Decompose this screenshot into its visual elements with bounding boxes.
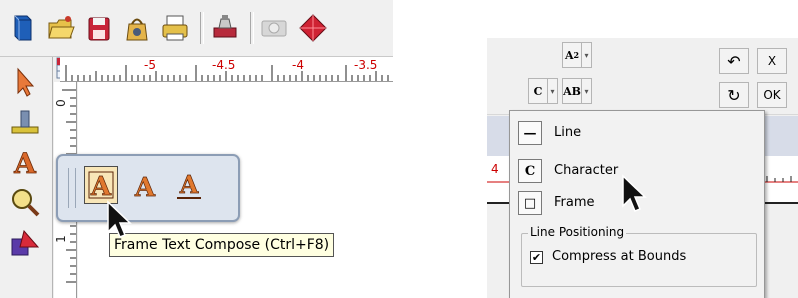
book-icon[interactable] — [6, 10, 40, 46]
text-tool-icon[interactable]: A — [8, 145, 42, 181]
stamp-icon[interactable] — [208, 10, 242, 46]
checkbox-label: Compress at Bounds — [552, 249, 687, 264]
ruler-label: -4 — [292, 58, 304, 72]
superscript-button[interactable]: A2 — [562, 42, 582, 68]
horizontal-ruler: -5 -4.5 -4 -3.5 — [60, 57, 393, 82]
menu-item-line[interactable]: — Line — [518, 121, 748, 147]
mouse-cursor-icon — [107, 200, 132, 238]
undo-button[interactable]: ↶ — [719, 48, 749, 74]
menu-item-label: Character — [554, 163, 619, 178]
format-toolbar: A2 ▾ C ▾ AB ▾ ↶ X ↻ OK — [487, 38, 798, 115]
camera-icon[interactable] — [258, 10, 292, 46]
ruler-label: -3.5 — [354, 58, 378, 72]
line-icon: — — [518, 121, 542, 145]
ruler-label: -4.5 — [212, 58, 236, 72]
svg-text:A: A — [179, 170, 199, 199]
close-label: X — [767, 54, 777, 68]
group-title: Line Positioning — [528, 225, 627, 239]
print-icon[interactable] — [158, 10, 192, 46]
superscript-mark: 2 — [573, 50, 580, 60]
main-toolbar — [0, 0, 393, 57]
ok-label: OK — [763, 88, 781, 102]
save-disk-icon[interactable] — [82, 10, 116, 46]
underline-text-icon[interactable]: A — [172, 166, 206, 204]
open-folder-icon[interactable] — [44, 10, 78, 46]
ruler-label: 0 — [53, 99, 68, 107]
mouse-cursor-icon — [622, 174, 647, 212]
tools-palette: A — [0, 57, 53, 298]
case-dropdown[interactable]: ▾ — [582, 78, 592, 104]
character-icon: C — [518, 159, 542, 183]
case-label: AB — [563, 84, 581, 98]
frame-icon: □ — [518, 191, 542, 215]
shapes-icon[interactable] — [8, 227, 42, 261]
menu-item-label: Line — [554, 125, 582, 140]
menu-item-label: Frame — [554, 195, 595, 210]
diamond-icon[interactable] — [296, 10, 330, 46]
toolbar-separator — [200, 12, 204, 44]
redo-icon: ↻ — [727, 85, 741, 105]
text-icon[interactable]: A — [128, 166, 162, 204]
ruler-label: -5 — [144, 58, 156, 72]
zoom-icon[interactable] — [8, 185, 42, 219]
ok-button[interactable]: OK — [757, 82, 787, 108]
character-mode-button[interactable]: C — [528, 78, 548, 104]
right-panel: A2 ▾ C ▾ AB ▾ ↶ X ↻ OK 4 — Line C Charac… — [487, 38, 798, 298]
undo-icon: ↶ — [727, 51, 741, 71]
character-mode-dropdown[interactable]: ▾ — [548, 78, 558, 104]
character-mode-label: C — [533, 84, 543, 98]
svg-text:A: A — [134, 173, 156, 203]
flyout-grip[interactable] — [68, 168, 76, 208]
superscript-label: A — [564, 48, 574, 62]
stamp-tool-icon[interactable] — [8, 105, 42, 139]
toolbar-separator — [250, 12, 254, 44]
bag-icon[interactable] — [120, 10, 154, 46]
pointer-icon[interactable] — [8, 65, 42, 99]
case-button[interactable]: AB — [562, 78, 582, 104]
ruler-label: 1 — [53, 235, 68, 243]
superscript-dropdown[interactable]: ▾ — [582, 42, 592, 68]
left-panel: -5 -4.5 -4 -3.5 A 0 1 A A A Frame Text C… — [0, 0, 393, 298]
svg-text:A: A — [13, 147, 37, 179]
close-button[interactable]: X — [757, 48, 787, 74]
frame-text-compose-icon[interactable]: A — [84, 166, 118, 204]
text-tools-flyout: A A A — [56, 154, 240, 222]
compress-at-bounds-checkbox[interactable]: ✔ — [530, 251, 543, 264]
tooltip: Frame Text Compose (Ctrl+F8) — [109, 233, 335, 257]
redo-button[interactable]: ↻ — [719, 82, 749, 108]
